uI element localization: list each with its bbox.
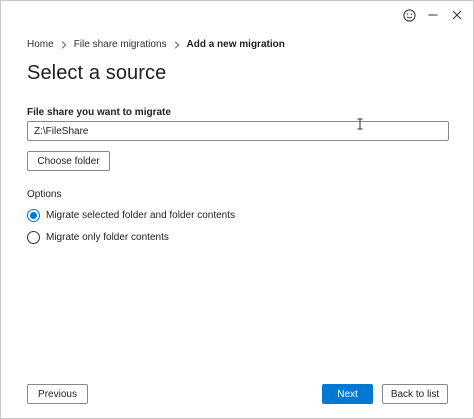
next-button[interactable]: Next [322,384,373,404]
breadcrumb-add-new-migration: Add a new migration [186,39,285,50]
titlebar-controls [401,7,465,23]
minimize-icon[interactable] [425,7,441,23]
radio-button-selected[interactable] [27,209,40,222]
close-icon[interactable] [449,7,465,23]
breadcrumb-file-share-migrations[interactable]: File share migrations [74,39,167,50]
text-cursor-icon [356,117,364,130]
option-label: Migrate selected folder and folder conte… [46,210,235,221]
smiley-feedback-icon[interactable] [401,7,417,23]
option-migrate-folder-and-contents[interactable]: Migrate selected folder and folder conte… [27,209,235,222]
migration-window: Home File share migrations Add a new mig… [0,0,474,419]
breadcrumb: Home File share migrations Add a new mig… [27,39,285,50]
page-title: Select a source [27,62,167,84]
file-share-path-input[interactable] [27,121,449,141]
back-to-list-button[interactable]: Back to list [382,384,448,404]
option-label: Migrate only folder contents [46,232,169,243]
options-label: Options [27,189,62,200]
choose-folder-button[interactable]: Choose folder [27,151,110,171]
radio-button-unselected[interactable] [27,231,40,244]
option-migrate-only-contents[interactable]: Migrate only folder contents [27,231,169,244]
chevron-right-icon [174,40,180,49]
chevron-right-icon [61,40,67,49]
file-share-label: File share you want to migrate [27,107,171,118]
breadcrumb-home[interactable]: Home [27,39,54,50]
previous-button[interactable]: Previous [27,384,88,404]
